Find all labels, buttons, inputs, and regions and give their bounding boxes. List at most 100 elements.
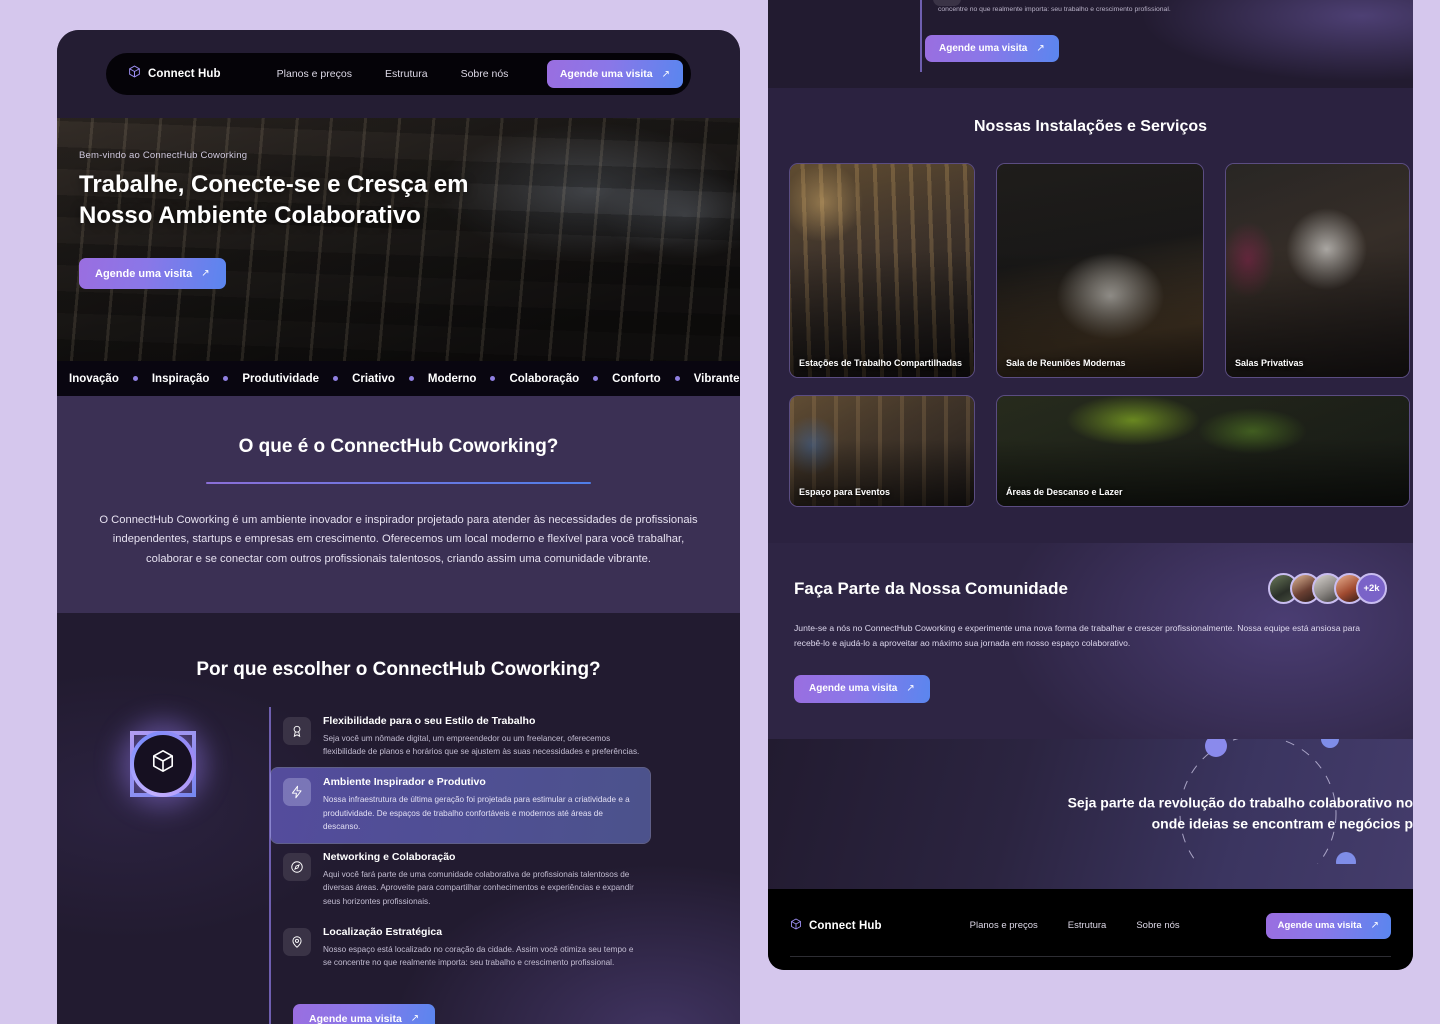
marquee-dot-icon bbox=[490, 376, 496, 381]
cta-line-2: onde ideias se encontram e negócios p bbox=[1151, 815, 1413, 832]
why-schedule-visit-button[interactable]: Agende uma visita ↗ bbox=[293, 1003, 436, 1024]
facility-card-event-space[interactable]: Espaço para Eventos bbox=[789, 395, 975, 507]
marquee-item: Conforto bbox=[612, 372, 661, 385]
feature-list-rule bbox=[920, 0, 922, 72]
feature-text: Flexibilidade para o seu Estilo de Traba… bbox=[323, 715, 640, 759]
facilities-grid: Estações de Trabalho Compartilhadas Sala… bbox=[789, 163, 1410, 507]
feature-list: Flexibilidade para o seu Estilo de Traba… bbox=[269, 706, 740, 1024]
footer-cta-label: Agende uma visita bbox=[1277, 920, 1362, 932]
right-schedule-visit-button[interactable]: Agende uma visita ↗ bbox=[925, 35, 1059, 62]
about-divider bbox=[206, 482, 591, 484]
about-section: O que é o ConnectHub Coworking? O Connec… bbox=[57, 396, 740, 613]
arrow-up-right-icon: ↗ bbox=[906, 683, 915, 695]
community-section: Faça Parte da Nossa Comunidade +2k Junte… bbox=[768, 543, 1413, 739]
footer-brand-name: Connect Hub bbox=[809, 919, 882, 932]
facility-card-lounge[interactable]: Áreas de Descanso e Lazer bbox=[996, 395, 1410, 507]
shared-workstations-photo bbox=[790, 164, 974, 377]
hero-eyebrow: Bem-vindo ao ConnectHub Coworking bbox=[79, 150, 248, 161]
facility-card-private-rooms[interactable]: Salas Privativas bbox=[1225, 163, 1410, 378]
facilities-section: Nossas Instalações e Serviços Estações d… bbox=[768, 88, 1413, 543]
facility-card-label: Espaço para Eventos bbox=[799, 487, 891, 497]
feature-item-ambiente[interactable]: Ambiente Inspirador e Produtivo Nossa in… bbox=[270, 767, 651, 845]
why-choose-section: Por que escolher o ConnectHub Coworking? bbox=[57, 613, 740, 1024]
marquee-dot-icon bbox=[333, 376, 339, 381]
main-navbar: Connect Hub Planos e preços Estrutura So… bbox=[106, 53, 691, 95]
arrow-up-right-icon: ↗ bbox=[201, 268, 210, 280]
marquee-dot-icon bbox=[223, 376, 229, 381]
cta-banner: Seja parte da revolução do trabalho cola… bbox=[768, 738, 1413, 889]
facility-card-meeting-room[interactable]: Sala de Reuniões Modernas bbox=[996, 163, 1204, 378]
footer-brand[interactable]: Connect Hub bbox=[790, 917, 882, 935]
compass-icon bbox=[283, 853, 311, 882]
marquee-item: Vibrante bbox=[693, 372, 740, 385]
footer-schedule-visit-button[interactable]: Agende uma visita ↗ bbox=[1265, 912, 1391, 939]
marquee-item: Colaboração bbox=[509, 372, 580, 385]
why-title: Por que escolher o ConnectHub Coworking? bbox=[196, 658, 601, 680]
cta-line-1: Seja parte da revolução do trabalho cola… bbox=[1067, 793, 1413, 810]
nav-link-sobre[interactable]: Sobre nós bbox=[461, 68, 509, 80]
feature-body: Aqui você fará parte de uma comunidade c… bbox=[323, 870, 634, 906]
facility-card-label: Salas Privativas bbox=[1235, 358, 1304, 368]
arrow-up-right-icon: ↗ bbox=[1370, 920, 1379, 932]
about-title: O que é o ConnectHub Coworking? bbox=[238, 436, 559, 457]
left-preview-panel: Connect Hub Planos e preços Estrutura So… bbox=[57, 30, 740, 1024]
footer-links: Planos e preços Estrutura Sobre nós bbox=[970, 920, 1180, 931]
footer-link-estrutura[interactable]: Estrutura bbox=[1068, 920, 1107, 931]
modern-meeting-room-photo bbox=[997, 164, 1203, 377]
award-ribbon-icon bbox=[283, 716, 311, 745]
hero-title-line-2: Nosso Ambiente Colaborativo bbox=[79, 201, 421, 229]
hero-cta-label: Agende uma visita bbox=[95, 267, 193, 280]
community-cta-label: Agende uma visita bbox=[809, 683, 898, 695]
feature-heading: Flexibilidade para o seu Estilo de Traba… bbox=[323, 714, 536, 727]
community-paragraph: Junte-se a nós no ConnectHub Coworking e… bbox=[794, 623, 1361, 649]
hero-title-line-1: Trabalhe, Conecte-se e Cresça em bbox=[79, 171, 469, 198]
glowing-badge bbox=[130, 730, 196, 797]
marquee-item: Criativo bbox=[352, 372, 395, 385]
marquee-item: Moderno bbox=[427, 372, 477, 385]
screenshot-stage: Connect Hub Planos e preços Estrutura So… bbox=[0, 0, 1440, 1024]
marquee-dot-icon bbox=[408, 376, 414, 381]
cta-banner-text: Seja parte da revolução do trabalho cola… bbox=[1068, 792, 1413, 835]
feature-item-flexibilidade[interactable]: Flexibilidade para o seu Estilo de Traba… bbox=[271, 707, 650, 769]
feature-item-networking[interactable]: Networking e Colaboração Aqui você fará … bbox=[271, 843, 650, 918]
marquee-item: Inspiração bbox=[151, 372, 210, 385]
community-header: Faça Parte da Nossa Comunidade +2k bbox=[794, 573, 1387, 604]
footer-link-sobre[interactable]: Sobre nós bbox=[1136, 920, 1179, 931]
marquee-dot-icon bbox=[132, 376, 138, 381]
marquee-item: Produtividade bbox=[242, 372, 320, 385]
feature-item-localizacao[interactable]: Localização Estratégica Nosso espaço est… bbox=[271, 918, 650, 980]
footer-link-planos[interactable]: Planos e preços bbox=[970, 920, 1038, 931]
navbar-region: Connect Hub Planos e preços Estrutura So… bbox=[57, 30, 740, 118]
nav-link-planos[interactable]: Planos e preços bbox=[277, 68, 352, 80]
feature-icon-stub bbox=[933, 0, 961, 6]
facility-card-label: Áreas de Descanso e Lazer bbox=[1006, 487, 1123, 497]
footer: Connect Hub Planos e preços Estrutura So… bbox=[768, 888, 1413, 970]
nav-cta-label: Agende uma visita bbox=[559, 68, 653, 80]
feature-body: Seja você um nômade digital, um empreend… bbox=[323, 733, 640, 757]
hero-section: Bem-vindo ao ConnectHub Coworking Trabal… bbox=[57, 118, 740, 361]
brand-name: Connect Hub bbox=[148, 68, 221, 80]
about-paragraph: O ConnectHub Coworking é um ambiente ino… bbox=[99, 514, 698, 565]
member-avatar-group: +2k bbox=[1268, 573, 1387, 604]
marquee-item: Inovação bbox=[69, 372, 119, 385]
facility-card-shared-workstations[interactable]: Estações de Trabalho Compartilhadas bbox=[789, 163, 975, 378]
badge-inner bbox=[134, 734, 192, 793]
arrow-up-right-icon: ↗ bbox=[661, 68, 670, 80]
facility-card-label: Estações de Trabalho Compartilhadas bbox=[799, 358, 963, 368]
feature-text: Ambiente Inspirador e Produtivo Nossa in… bbox=[323, 776, 640, 833]
brand[interactable]: Connect Hub bbox=[128, 65, 221, 83]
community-title: Faça Parte da Nossa Comunidade bbox=[794, 578, 1068, 598]
community-schedule-visit-button[interactable]: Agende uma visita ↗ bbox=[794, 674, 930, 703]
arrow-up-right-icon: ↗ bbox=[1036, 43, 1045, 54]
feature-body: Nossa infraestrutura de última geração f… bbox=[323, 795, 630, 831]
why-cta-label: Agende uma visita bbox=[309, 1012, 402, 1024]
feature-heading: Ambiente Inspirador e Produtivo bbox=[323, 776, 486, 789]
nav-link-estrutura[interactable]: Estrutura bbox=[385, 68, 428, 80]
feature-heading: Localização Estratégica bbox=[323, 926, 443, 939]
arrow-up-right-icon: ↗ bbox=[410, 1013, 420, 1024]
hero-schedule-visit-button[interactable]: Agende uma visita ↗ bbox=[79, 258, 226, 290]
marquee-dot-icon bbox=[593, 376, 599, 381]
cube-3d-icon bbox=[150, 748, 176, 779]
nav-schedule-visit-button[interactable]: Agende uma visita ↗ bbox=[546, 60, 683, 88]
cube-logo-icon bbox=[790, 917, 802, 935]
